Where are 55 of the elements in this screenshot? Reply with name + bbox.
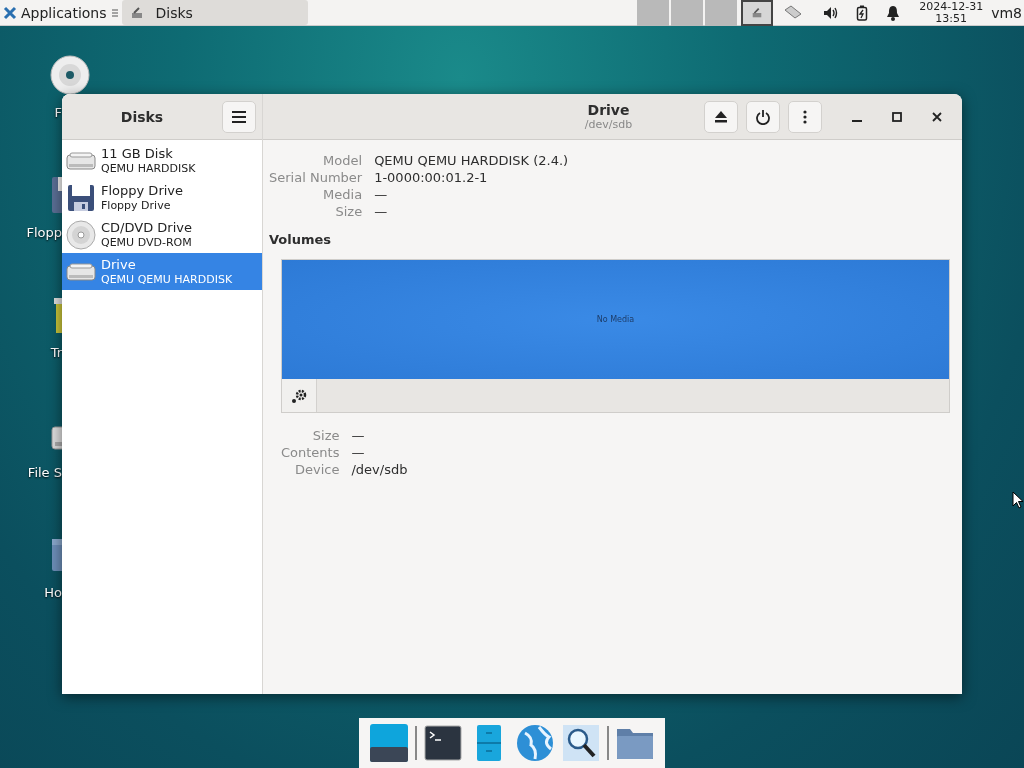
field-label: Size <box>311 427 340 444</box>
minimize-icon <box>852 119 862 122</box>
field-label: Device <box>294 461 340 478</box>
field-value: — <box>351 444 366 461</box>
battery-icon[interactable] <box>856 4 869 21</box>
clock[interactable]: 2024-12-31 13:51 <box>919 0 984 25</box>
field-value: — <box>351 427 366 444</box>
disk-tool-icon <box>751 6 764 19</box>
menu-icon <box>232 110 246 123</box>
volume-settings-button[interactable] <box>282 379 317 412</box>
field-value: /dev/sdb <box>351 461 409 478</box>
field-value: QEMU QEMU HARDDISK (2.4.) <box>374 152 570 169</box>
desktop-icon-label[interactable]: Flopp <box>26 225 62 240</box>
desktop-icon-label[interactable]: Ho <box>44 585 62 600</box>
maximize-icon <box>892 111 902 122</box>
menu-button[interactable] <box>222 100 256 133</box>
field-label: Media <box>322 186 363 203</box>
user-name[interactable]: vm8 <box>991 4 1022 21</box>
globe-icon[interactable] <box>515 723 555 763</box>
device-list-item[interactable]: CD/DVD Drive QEMU DVD-ROM <box>62 216 262 253</box>
device-list-item[interactable]: Drive QEMU QEMU HARDDISK <box>62 253 262 290</box>
applications-menu[interactable]: Applications <box>0 0 110 26</box>
notification-bell-icon[interactable] <box>886 4 901 21</box>
separator-handle-icon <box>111 6 118 19</box>
eject-button[interactable] <box>704 100 738 133</box>
desktop-icon-label[interactable]: Tr <box>50 345 62 360</box>
gears-icon <box>290 387 308 404</box>
power-icon <box>755 108 771 125</box>
optical-disc-icon <box>65 218 97 251</box>
power-off-button[interactable] <box>746 100 780 133</box>
device-list-item[interactable]: 11 GB Disk QEMU HARDDISK <box>62 142 262 179</box>
drive-subtitle: /dev/sdb <box>584 118 633 131</box>
disc-icon[interactable] <box>50 55 90 95</box>
x-logo-icon <box>3 5 17 20</box>
field-value: — <box>374 203 389 220</box>
drive-title: Drive <box>587 102 630 118</box>
show-desktop-icon[interactable] <box>369 723 409 763</box>
device-list-item[interactable]: Floppy Drive Floppy Drive <box>62 179 262 216</box>
taskbar-button[interactable]: Disks <box>121 0 308 25</box>
workspace-button[interactable] <box>741 0 774 26</box>
field-label: Contents <box>281 444 340 461</box>
disk-tool-icon <box>129 5 144 20</box>
desktop-icon-label[interactable]: File S <box>27 465 62 480</box>
magnifier-icon[interactable] <box>561 723 601 763</box>
field-label: Size <box>334 203 363 220</box>
field-value: 1-0000:00:01.2-1 <box>374 169 489 186</box>
mouse-pointer-icon <box>1012 491 1024 509</box>
field-value: — <box>374 186 389 203</box>
field-label: Model <box>322 152 363 169</box>
desktop-icon-label[interactable]: F <box>54 105 62 120</box>
field-label: Serial Number <box>269 169 363 186</box>
close-icon <box>932 111 942 122</box>
terminal-icon[interactable] <box>423 723 463 763</box>
section-heading: Volumes <box>269 232 333 247</box>
window-title: Disks <box>119 108 165 125</box>
